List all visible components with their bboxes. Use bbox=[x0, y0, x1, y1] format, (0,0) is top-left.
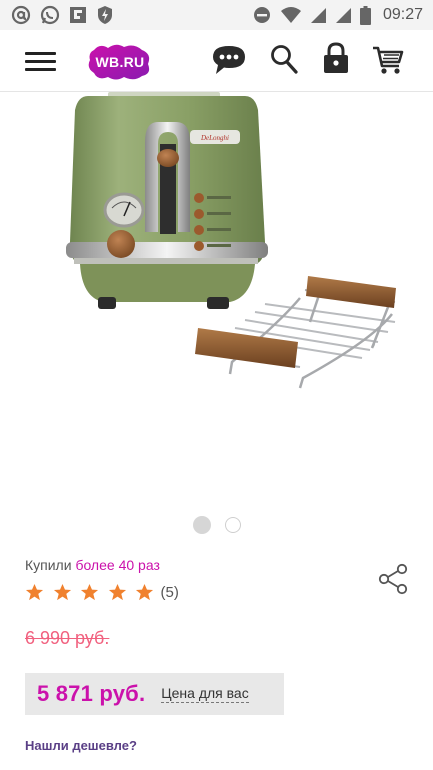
chrome-band bbox=[66, 242, 268, 258]
personal-price-link[interactable]: Цена для вас bbox=[161, 685, 249, 703]
star-icon bbox=[135, 583, 154, 601]
menu-icon[interactable] bbox=[25, 52, 56, 72]
logo-text: WB.RU bbox=[95, 54, 145, 70]
battery-icon bbox=[359, 5, 371, 25]
price-box: 5 871 руб. Цена для вас bbox=[25, 673, 284, 715]
browning-knob bbox=[107, 230, 135, 258]
wifi-icon bbox=[280, 7, 301, 23]
search-icon[interactable] bbox=[270, 44, 298, 74]
toaster-foot bbox=[207, 297, 229, 309]
signal-icon bbox=[335, 7, 351, 23]
signal-icon bbox=[310, 7, 326, 23]
pagination-dot-active[interactable] bbox=[192, 516, 211, 534]
chrome-edge bbox=[74, 258, 258, 264]
app-header: WB.RU bbox=[0, 30, 433, 92]
bought-prefix: Купили bbox=[25, 557, 72, 573]
lever-knob bbox=[157, 149, 179, 167]
at-sign-icon bbox=[11, 5, 31, 25]
wb-logo[interactable]: WB.RU bbox=[86, 42, 154, 82]
gallery-pagination bbox=[0, 516, 433, 534]
do-not-disturb-icon bbox=[253, 7, 270, 23]
current-price: 5 871 руб. bbox=[37, 681, 146, 706]
star-icon bbox=[25, 583, 44, 601]
flipboard-icon bbox=[70, 7, 86, 23]
found-cheaper-link[interactable]: Нашли дешевле? bbox=[25, 738, 137, 753]
bought-count: более 40 раз bbox=[75, 557, 160, 573]
shield-bolt-icon bbox=[98, 6, 112, 24]
clock: 09:27 bbox=[382, 6, 423, 23]
star-icon bbox=[53, 583, 71, 601]
rack-handle bbox=[195, 328, 298, 368]
star-icon bbox=[108, 583, 126, 601]
chat-icon[interactable] bbox=[212, 44, 246, 76]
whatsapp-icon bbox=[40, 5, 60, 25]
purchase-count: Купили более 40 раз bbox=[25, 557, 160, 573]
toaster-base bbox=[80, 264, 255, 302]
pagination-dot[interactable] bbox=[224, 517, 241, 533]
rating-stars[interactable]: (5) bbox=[25, 583, 179, 602]
brand-text: DeLonghi bbox=[200, 134, 229, 142]
gauge bbox=[103, 192, 145, 228]
lock-icon[interactable] bbox=[323, 42, 349, 74]
reviews-count[interactable]: (5) bbox=[161, 584, 179, 601]
rack-handle bbox=[306, 276, 396, 308]
toaster-foot bbox=[98, 297, 116, 309]
product-image[interactable]: DeLonghi bbox=[0, 92, 433, 502]
share-icon[interactable] bbox=[378, 563, 410, 595]
status-bar: 09:27 bbox=[0, 0, 433, 30]
old-price: 6 990 руб. bbox=[25, 628, 110, 648]
cart-icon[interactable] bbox=[372, 44, 404, 76]
star-icon bbox=[80, 583, 99, 601]
